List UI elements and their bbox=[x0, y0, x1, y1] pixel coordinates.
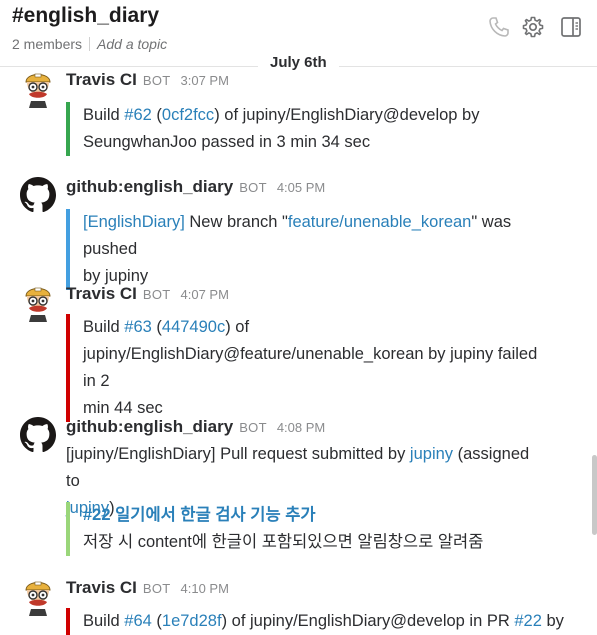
text: ) of jupiny/EnglishDiary@develop by bbox=[214, 106, 480, 124]
attachment-success: Build #62 (0cf2fcc) of jupiny/EnglishDia… bbox=[66, 102, 538, 156]
sender-name[interactable]: Travis CI bbox=[66, 578, 137, 597]
text: ( bbox=[151, 612, 162, 630]
pr-description: 저장 시 content에 한글이 포함되있으면 알림창으로 알려줌 bbox=[83, 533, 484, 551]
travis-avatar[interactable] bbox=[18, 576, 58, 616]
attachment-failure: Build #63 (447490c) of jupiny/EnglishDiar… bbox=[66, 314, 538, 422]
channel-header: #english_diary 2 members Add a topic bbox=[0, 0, 597, 62]
sender-name[interactable]: Travis CI bbox=[66, 284, 137, 303]
attachment-failure: Build #64 (1e7d28f) of jupiny/EnglishDia… bbox=[66, 608, 564, 635]
phone-icon[interactable] bbox=[487, 15, 511, 39]
text: ( bbox=[151, 318, 162, 336]
timestamp[interactable]: 4:05 PM bbox=[277, 180, 325, 195]
bot-badge: BOT bbox=[239, 180, 267, 195]
text: jupiny/EnglishDiary@feature/unenable_kor… bbox=[83, 345, 538, 390]
sender-name[interactable]: github:english_diary bbox=[66, 417, 233, 436]
text: Build bbox=[83, 106, 125, 124]
meta-divider bbox=[89, 37, 91, 51]
text: [jupiny/EnglishDiary] Pull request submi… bbox=[66, 445, 410, 463]
add-topic-link[interactable]: Add a topic bbox=[97, 36, 167, 52]
build-link[interactable]: #63 bbox=[124, 318, 152, 336]
channel-meta: 2 members Add a topic bbox=[12, 36, 167, 52]
bot-badge: BOT bbox=[142, 287, 171, 302]
build-link[interactable]: #62 bbox=[124, 106, 152, 124]
timestamp[interactable]: 4:10 PM bbox=[181, 581, 229, 596]
sender-name[interactable]: github:english_diary bbox=[66, 177, 233, 196]
repo-link[interactable]: [EnglishDiary] bbox=[83, 213, 185, 231]
commit-link[interactable]: 1e7d28f bbox=[162, 612, 222, 630]
commit-link[interactable]: 0cf2fcc bbox=[162, 106, 214, 124]
text: ( bbox=[151, 106, 162, 124]
text: ) of bbox=[225, 318, 250, 336]
timestamp[interactable]: 4:07 PM bbox=[181, 287, 229, 302]
date-divider-label[interactable]: July 6th bbox=[258, 54, 339, 71]
text: by bbox=[541, 612, 564, 630]
text: New branch " bbox=[184, 213, 288, 231]
message-header: github:english_diary BOT 4:05 PM bbox=[66, 177, 325, 197]
github-avatar[interactable] bbox=[18, 175, 58, 215]
message-header: github:english_diary BOT 4:08 PM bbox=[66, 417, 325, 437]
build-link[interactable]: #64 bbox=[124, 612, 152, 630]
text: Build bbox=[83, 318, 125, 336]
timestamp[interactable]: 4:08 PM bbox=[277, 420, 325, 435]
text: SeungwhanJoo passed in 3 min 34 sec bbox=[83, 133, 371, 151]
branch-link[interactable]: feature/unenable_korean bbox=[288, 213, 471, 231]
text: Build bbox=[83, 612, 125, 630]
gear-icon[interactable] bbox=[521, 15, 545, 39]
bot-badge: BOT bbox=[239, 420, 267, 435]
github-avatar[interactable] bbox=[18, 415, 58, 455]
user-link[interactable]: jupiny bbox=[410, 445, 453, 463]
message-header: Travis CI BOT 4:10 PM bbox=[66, 578, 229, 598]
member-count[interactable]: 2 members bbox=[12, 36, 82, 52]
date-divider: July 6th bbox=[0, 54, 597, 76]
pr-link[interactable]: #22 bbox=[514, 612, 542, 630]
text: by jupiny bbox=[83, 267, 149, 285]
attachment-pull-request: #22 일기에서 한글 검사 기능 추가저장 시 content에 한글이 포함… bbox=[66, 502, 538, 556]
pr-title-link[interactable]: #22 일기에서 한글 검사 기능 추가 bbox=[83, 506, 316, 524]
travis-avatar[interactable] bbox=[18, 282, 58, 322]
commit-link[interactable]: 447490c bbox=[162, 318, 225, 336]
attachment-branch: [EnglishDiary] New branch "feature/unena… bbox=[66, 209, 538, 290]
channel-name[interactable]: #english_diary bbox=[12, 4, 159, 28]
text: min 44 sec bbox=[83, 399, 163, 417]
text: ) of jupiny/EnglishDiary@develop in PR bbox=[221, 612, 515, 630]
bot-badge: BOT bbox=[142, 581, 171, 596]
sidebar-toggle-icon[interactable] bbox=[559, 15, 583, 39]
message-header: Travis CI BOT 4:07 PM bbox=[66, 284, 229, 304]
scrollbar[interactable] bbox=[592, 455, 597, 535]
